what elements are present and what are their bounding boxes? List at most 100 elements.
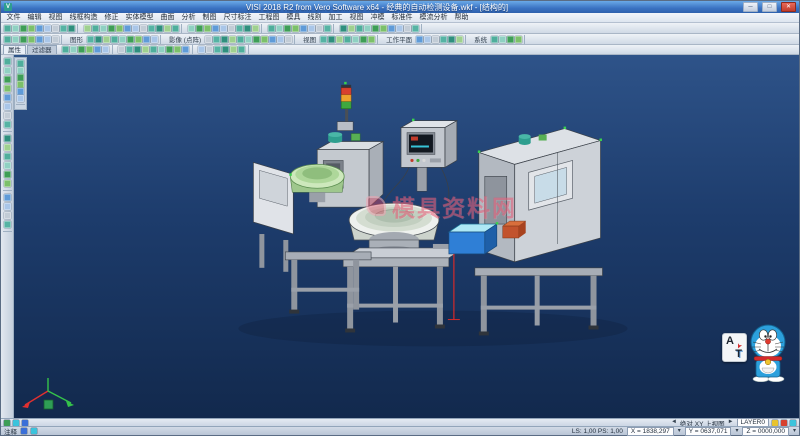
toolbar-icon[interactable]	[4, 203, 11, 210]
menu-item[interactable]: 视图	[346, 13, 367, 23]
toolbar-icon[interactable]	[4, 58, 11, 65]
toolbar-icon[interactable]	[103, 36, 110, 43]
toolbar-icon[interactable]	[253, 36, 260, 43]
toolbar-icon[interactable]	[94, 46, 101, 53]
toolbar-icon[interactable]	[52, 36, 59, 43]
menu-item[interactable]: 模流分析	[416, 13, 451, 23]
toolbar-icon[interactable]	[340, 25, 347, 32]
toolbar-icon[interactable]	[62, 46, 69, 53]
toolbar-icon[interactable]	[140, 25, 147, 32]
toolbar-icon[interactable]	[206, 46, 213, 53]
toolbar-icon[interactable]	[4, 112, 11, 119]
toolbar-icon[interactable]	[86, 46, 93, 53]
3d-viewport[interactable]: 模具资料网 A ➤ T	[14, 55, 799, 418]
coordinate-x-field[interactable]: X = 1838,297	[627, 427, 674, 436]
toolbar-icon[interactable]	[396, 25, 403, 32]
toolbar-icon[interactable]	[308, 25, 315, 32]
toolbar-icon[interactable]	[456, 36, 463, 43]
coordinate-x-dropdown-icon[interactable]: ▾	[678, 428, 681, 435]
toolbar-icon[interactable]	[236, 25, 243, 32]
toolbar-icon[interactable]	[87, 36, 94, 43]
toolbar-icon[interactable]	[100, 25, 107, 32]
toolbar-icon[interactable]	[12, 25, 19, 32]
menu-item[interactable]: 实体模型	[122, 13, 157, 23]
menu-item[interactable]: 编辑	[24, 13, 45, 23]
close-button[interactable]: ✕	[781, 2, 796, 12]
toolbar-icon[interactable]	[198, 46, 205, 53]
menu-item[interactable]: 曲面	[157, 13, 178, 23]
toolbar-icon[interactable]	[44, 25, 51, 32]
next-view-button[interactable]: ►	[728, 419, 734, 426]
toolbar-icon[interactable]	[356, 25, 363, 32]
toolbar-icon[interactable]	[269, 36, 276, 43]
toolbar-icon[interactable]	[324, 25, 331, 32]
toolbar-icon[interactable]	[228, 25, 235, 32]
minimize-button[interactable]: ─	[743, 2, 758, 12]
toolbar-icon[interactable]	[4, 85, 11, 92]
toolbar-icon[interactable]	[448, 36, 455, 43]
command-icon[interactable]	[21, 428, 27, 434]
toolbar-icon[interactable]	[261, 36, 268, 43]
toolbar-icon[interactable]	[182, 46, 189, 53]
toolbar-icon[interactable]	[4, 25, 11, 32]
machine-3d-model[interactable]	[14, 55, 799, 418]
toolbar-icon[interactable]	[36, 25, 43, 32]
layer-color-icon[interactable]	[772, 420, 778, 426]
toolbar-icon[interactable]	[352, 36, 359, 43]
menu-item[interactable]: 加工	[325, 13, 346, 23]
toolbar-icon[interactable]	[432, 36, 439, 43]
toolbar-icon[interactable]	[244, 25, 251, 32]
menu-item[interactable]: 标准件	[388, 13, 416, 23]
toolbar-icon[interactable]	[222, 46, 229, 53]
menu-item[interactable]: 线割	[304, 13, 325, 23]
menu-item[interactable]: 尺寸标注	[220, 13, 255, 23]
toolbar-icon[interactable]	[229, 36, 236, 43]
toolbar-icon[interactable]	[440, 36, 447, 43]
toolbar-icon[interactable]	[68, 25, 75, 32]
toolbar-icon[interactable]	[166, 46, 173, 53]
toolbar-icon[interactable]	[4, 180, 11, 187]
menu-item[interactable]: 线框构造	[66, 13, 101, 23]
toolbar-icon[interactable]	[277, 36, 284, 43]
coordinate-y-field[interactable]: Y = 0637,071	[685, 427, 732, 436]
toolbar-icon[interactable]	[4, 121, 11, 128]
toolbar-icon[interactable]	[348, 25, 355, 32]
toolbar-icon[interactable]	[388, 25, 395, 32]
toolbar-icon[interactable]	[360, 36, 367, 43]
toolbar-icon[interactable]	[78, 46, 85, 53]
toolbar-icon[interactable]	[320, 36, 327, 43]
toolbar-icon[interactable]	[221, 36, 228, 43]
toolbar-icon[interactable]	[134, 46, 141, 53]
toolbar-icon[interactable]	[4, 162, 11, 169]
toolbar-icon[interactable]	[204, 25, 211, 32]
toolbar-icon[interactable]	[4, 171, 11, 178]
toolbar-icon[interactable]	[344, 36, 351, 43]
menu-item[interactable]: 制图	[199, 13, 220, 23]
toolbar-icon[interactable]	[4, 36, 11, 43]
toolbar-icon[interactable]	[237, 36, 244, 43]
toolbar-icon[interactable]	[174, 46, 181, 53]
toolbar-icon[interactable]	[245, 36, 252, 43]
toolbar-icon[interactable]	[135, 36, 142, 43]
toolbar-icon[interactable]	[124, 25, 131, 32]
toolbar-icon[interactable]	[213, 36, 220, 43]
toolbar-icon[interactable]	[4, 67, 11, 74]
toolbar-icon[interactable]	[148, 25, 155, 32]
toolbar-icon[interactable]	[188, 25, 195, 32]
status-ortho-icon[interactable]	[22, 420, 28, 426]
toolbar-icon[interactable]	[4, 144, 11, 151]
toolbar-icon[interactable]	[4, 221, 11, 228]
toolbar-icon[interactable]	[300, 25, 307, 32]
toolbar-icon[interactable]	[416, 36, 423, 43]
panel-tab[interactable]: 过滤器	[27, 45, 57, 55]
coordinate-z-dropdown-icon[interactable]: ▾	[793, 428, 796, 435]
toolbar-icon[interactable]	[4, 103, 11, 110]
toolbar-icon[interactable]	[205, 36, 212, 43]
toolbar-icon[interactable]	[84, 25, 91, 32]
toolbar-icon[interactable]	[412, 25, 419, 32]
toolbar-icon[interactable]	[364, 25, 371, 32]
toolbar-icon[interactable]	[4, 212, 11, 219]
toolbar-icon[interactable]	[20, 36, 27, 43]
toolbar-icon[interactable]	[491, 36, 498, 43]
toolbar-icon[interactable]	[515, 36, 522, 43]
